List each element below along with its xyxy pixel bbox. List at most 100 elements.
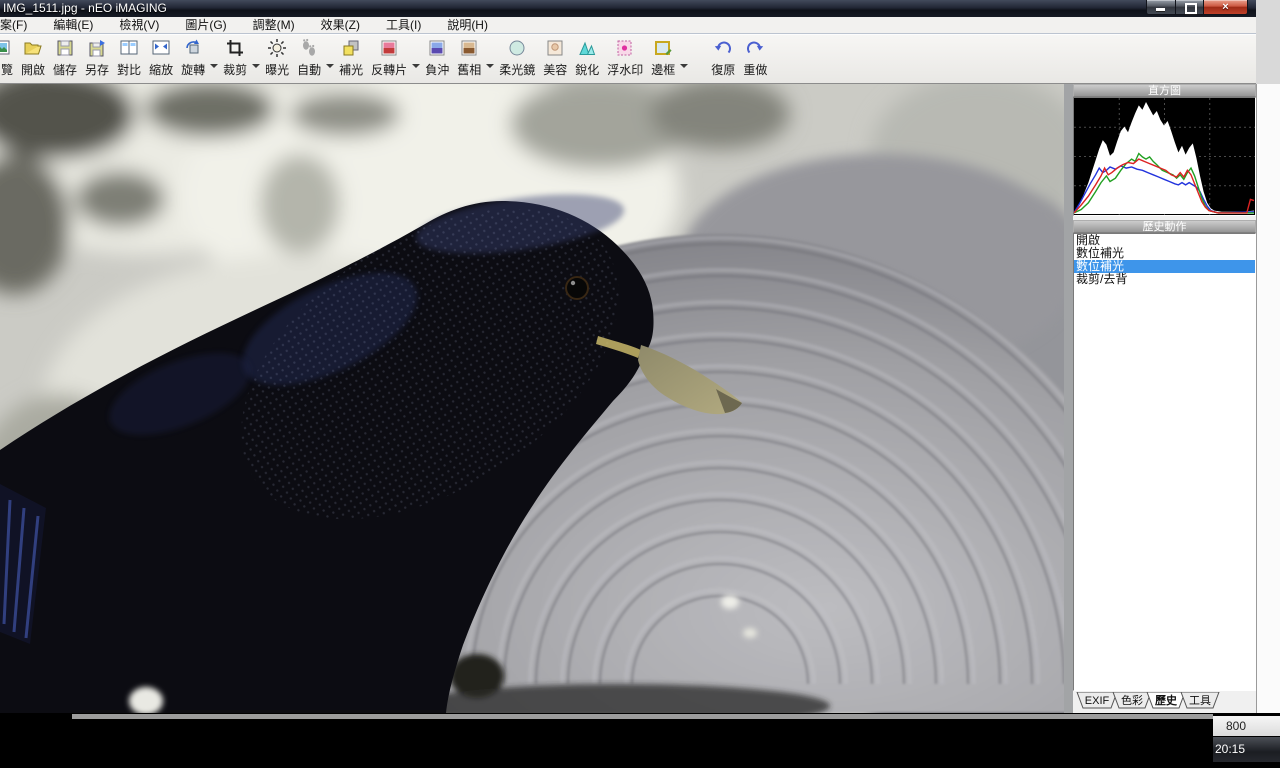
frame-label: 邊框 [651,61,675,78]
window-title: IMG_1511.jpg - nEO iMAGING [3,0,167,17]
rotate-label: 旋轉 [181,61,205,78]
auto-button[interactable]: 自動 [294,35,324,83]
menu-item-edit[interactable]: 編輯(E) [40,17,106,33]
compare-label: 對比 [117,61,141,78]
undo-button[interactable]: 復原 [708,35,738,83]
menu-item-help[interactable]: 說明(H) [434,17,501,33]
menu-item-view[interactable]: 檢視(V) [106,17,172,33]
status-value: 800 [1213,716,1280,736]
side-panel: 直方圖 歷史動作 開啟數位補光數位補光裁剪/去背 EXIF色彩歷史工具 [1073,84,1256,713]
old-photo-dropdown-arrow[interactable] [485,35,495,83]
browse-label: 瀏覽 [0,61,13,78]
old-photo-button[interactable]: 舊相 [454,35,484,83]
app-window: IMG_1511.jpg - nEO iMAGING × 檔案(F)編輯(E)檢… [0,0,1280,768]
frame-dropdown-arrow[interactable] [679,35,689,83]
histogram-chart [1074,98,1255,215]
close-icon: × [1204,0,1247,14]
watermark-icon [615,38,635,58]
taskbar-clock[interactable]: 20:15 [1213,737,1280,762]
crop-icon [225,38,245,58]
toolbar-spacer [689,35,707,83]
soft-focus-button[interactable]: 柔光鏡 [496,35,538,83]
history-list: 開啟數位補光數位補光裁剪/去背 [1073,233,1256,691]
zoom-button[interactable]: 縮放 [146,35,176,83]
browse-button[interactable]: 瀏覽 [0,35,16,83]
maximize-button[interactable] [1176,0,1203,15]
soft-focus-icon [507,38,527,58]
histogram-header: 直方圖 [1073,84,1256,97]
exposure-button[interactable]: 曝光 [262,35,292,83]
status-bar-edge [72,714,1213,719]
menu-bar: 檔案(F)編輯(E)檢視(V)圖片(G)調整(M)效果(Z)工具(I)說明(H) [0,17,1256,34]
beautify-label: 美容 [543,61,567,78]
beautify-icon [545,38,565,58]
browse-icon [0,38,11,58]
tab-exif-label: EXIF [1085,695,1110,707]
watermark-button[interactable]: 浮水印 [604,35,646,83]
exposure-label: 曝光 [265,61,289,78]
redo-button[interactable]: 重做 [740,35,770,83]
desktop-edge-top [1256,0,1280,84]
reversal-film-dropdown-arrow[interactable] [411,35,421,83]
history-item[interactable]: 裁剪/去背 [1074,273,1255,286]
desktop-edge-side [1256,84,1280,713]
window-controls: × [1146,0,1248,15]
undo-label: 復原 [711,61,735,78]
open-button[interactable]: 開啟 [18,35,48,83]
panel-tabs: EXIF色彩歷史工具 [1073,692,1256,711]
save-as-button[interactable]: 另存 [82,35,112,83]
auto-dropdown-arrow[interactable] [325,35,335,83]
menu-item-file[interactable]: 檔案(F) [0,17,40,33]
zoom-icon [151,38,171,58]
reversal-film-label: 反轉片 [371,61,407,78]
crop-label: 裁剪 [223,61,247,78]
watermark-label: 浮水印 [607,61,643,78]
redo-icon [745,38,765,58]
menu-item-effects[interactable]: 效果(Z) [308,17,373,33]
save-label: 儲存 [53,61,77,78]
sharpen-label: 銳化 [575,61,599,78]
maximize-icon [1185,3,1197,14]
menu-item-adjust[interactable]: 調整(M) [240,17,308,33]
sharpen-icon [577,38,597,58]
save-icon [55,38,75,58]
cross-process-button[interactable]: 負沖 [422,35,452,83]
crop-button[interactable]: 裁剪 [220,35,250,83]
save-as-label: 另存 [85,61,109,78]
soft-focus-label: 柔光鏡 [499,61,535,78]
save-button[interactable]: 儲存 [50,35,80,83]
reversal-film-button[interactable]: 反轉片 [368,35,410,83]
redo-label: 重做 [743,61,767,78]
open-label: 開啟 [21,61,45,78]
frame-icon [653,38,673,58]
undo-icon [713,38,733,58]
bottom-blackout [0,713,1280,768]
history-header: 歷史動作 [1073,220,1256,233]
minimize-icon [1156,8,1165,11]
tab-tools-label: 工具 [1189,694,1211,707]
cross-process-icon [427,38,447,58]
rotate-dropdown-arrow[interactable] [209,35,219,83]
frame-button[interactable]: 邊框 [648,35,678,83]
minimize-button[interactable] [1146,0,1176,15]
cross-process-label: 負沖 [425,61,449,78]
compare-icon [119,38,139,58]
close-button[interactable]: × [1203,0,1248,15]
save-as-icon [87,38,107,58]
fill-light-button[interactable]: 補光 [336,35,366,83]
menu-item-tools[interactable]: 工具(I) [373,17,434,33]
fill-light-icon [341,38,361,58]
auto-icon [299,38,319,58]
compare-button[interactable]: 對比 [114,35,144,83]
old-photo-label: 舊相 [457,61,481,78]
photo-canvas[interactable] [0,84,1064,713]
crop-dropdown-arrow[interactable] [251,35,261,83]
menu-item-image[interactable]: 圖片(G) [172,17,239,33]
sharpen-button[interactable]: 銳化 [572,35,602,83]
histogram-panel [1073,97,1256,216]
tab-color-label: 色彩 [1121,693,1143,707]
bird-photo [0,84,1064,713]
toolbar: 瀏覽開啟儲存另存對比縮放旋轉 裁剪 曝光自動補光反轉片 負沖舊相 柔光鏡美容銳化浮水印邊… [0,34,1256,84]
rotate-button[interactable]: 旋轉 [178,35,208,83]
beautify-button[interactable]: 美容 [540,35,570,83]
